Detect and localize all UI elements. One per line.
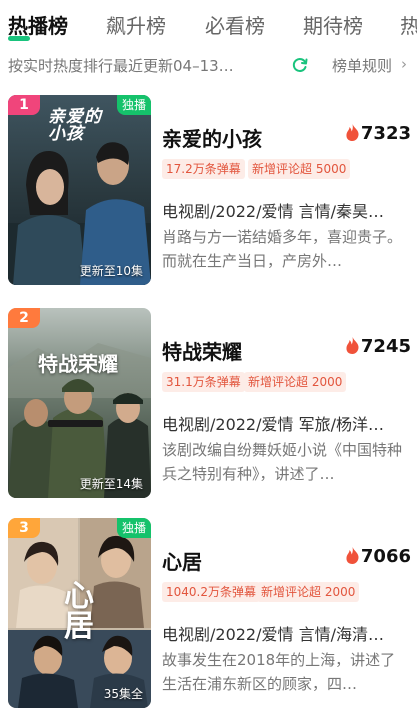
show-title[interactable]: 特战荣耀: [162, 336, 242, 365]
heat-score: 7066: [346, 546, 411, 567]
tab-must-watch[interactable]: 必看榜: [205, 10, 265, 39]
list-item[interactable]: 特战荣耀 2 更新至14集 特战荣耀 7245 31.1万条弹幕 新增评论超 2…: [0, 308, 417, 508]
danmaku-count-tag: 1040.2万条弹幕: [162, 582, 260, 602]
show-description: 该剧改编自纷舞妖姬小说《中国特种兵之特别有种》，讲述了…: [162, 441, 403, 483]
heat-value: 7323: [360, 123, 411, 144]
flame-icon: [346, 124, 359, 141]
show-description: 肖路与方一诺结婚多年，喜迎贵子。而就在生产当日，产房外…: [162, 228, 403, 270]
poster-title-art: 特战荣耀: [38, 352, 118, 376]
tab-more[interactable]: 热: [400, 10, 417, 39]
danmaku-count-tag: 17.2万条弹幕: [162, 159, 245, 179]
episode-status: 更新至14集: [79, 477, 143, 491]
sort-description: 按实时热度排行最近更新04–13…: [8, 57, 234, 75]
comment-tag: 新增评论超 2000: [244, 372, 347, 392]
refresh-icon[interactable]: [291, 56, 309, 74]
rank-badge: 3: [8, 518, 40, 538]
exclusive-badge: 独播: [117, 95, 151, 115]
heat-score: 7323: [346, 123, 411, 144]
episode-status: 更新至10集: [79, 264, 143, 278]
active-tab-indicator: [8, 36, 30, 41]
poster[interactable]: 特战荣耀 2 更新至14集: [8, 308, 151, 498]
comment-tag: 新增评论超 5000: [248, 159, 351, 179]
list-item[interactable]: 心居 3 独播 35集全 心居 7066 1040.2万条弹幕 新增评论超 20…: [0, 518, 417, 718]
ranking-rules-link[interactable]: 榜单规则: [332, 55, 392, 76]
danmaku-count-tag: 31.1万条弹幕: [162, 372, 245, 392]
flame-icon: [346, 337, 359, 354]
ranking-tabs: 热播榜 飙升榜 必看榜 期待榜 热: [0, 0, 417, 46]
exclusive-badge: 独播: [117, 518, 151, 538]
flame-icon: [346, 547, 359, 564]
rank-badge: 1: [8, 95, 40, 115]
poster[interactable]: 心居 3 独播 35集全: [8, 518, 151, 708]
tab-hot-play[interactable]: 热播榜: [8, 10, 68, 39]
poster-image: [8, 308, 151, 498]
show-title[interactable]: 亲爱的小孩: [162, 123, 262, 152]
show-meta: 电视剧/2022/爱情 军旅/杨洋…: [162, 415, 384, 434]
poster-title-art: 心居: [64, 579, 94, 644]
show-description: 故事发生在2018年的上海，讲述了生活在浦东新区的顾家，四…: [162, 651, 396, 693]
ranking-subheader: 按实时热度排行最近更新04–13… 榜单规则 ›: [0, 50, 417, 80]
heat-value: 7245: [360, 336, 411, 357]
heat-value: 7066: [360, 546, 411, 567]
tab-rising[interactable]: 飙升榜: [106, 10, 166, 39]
poster-title-art: 亲爱的小孩: [48, 107, 102, 144]
show-meta: 电视剧/2022/爱情 言情/秦昊…: [162, 202, 384, 221]
heat-score: 7245: [346, 336, 411, 357]
comment-tag: 新增评论超 2000: [257, 582, 360, 602]
chevron-right-icon: ›: [401, 55, 407, 73]
tab-anticipated[interactable]: 期待榜: [303, 10, 363, 39]
rank-badge: 2: [8, 308, 40, 328]
show-title[interactable]: 心居: [162, 546, 202, 575]
poster[interactable]: 亲爱的小孩 1 独播 更新至10集: [8, 95, 151, 285]
list-item[interactable]: 亲爱的小孩 1 独播 更新至10集 亲爱的小孩 7323 17.2万条弹幕 新增…: [0, 95, 417, 295]
show-meta: 电视剧/2022/爱情 言情/海清…: [162, 625, 384, 644]
episode-status: 35集全: [103, 687, 143, 701]
